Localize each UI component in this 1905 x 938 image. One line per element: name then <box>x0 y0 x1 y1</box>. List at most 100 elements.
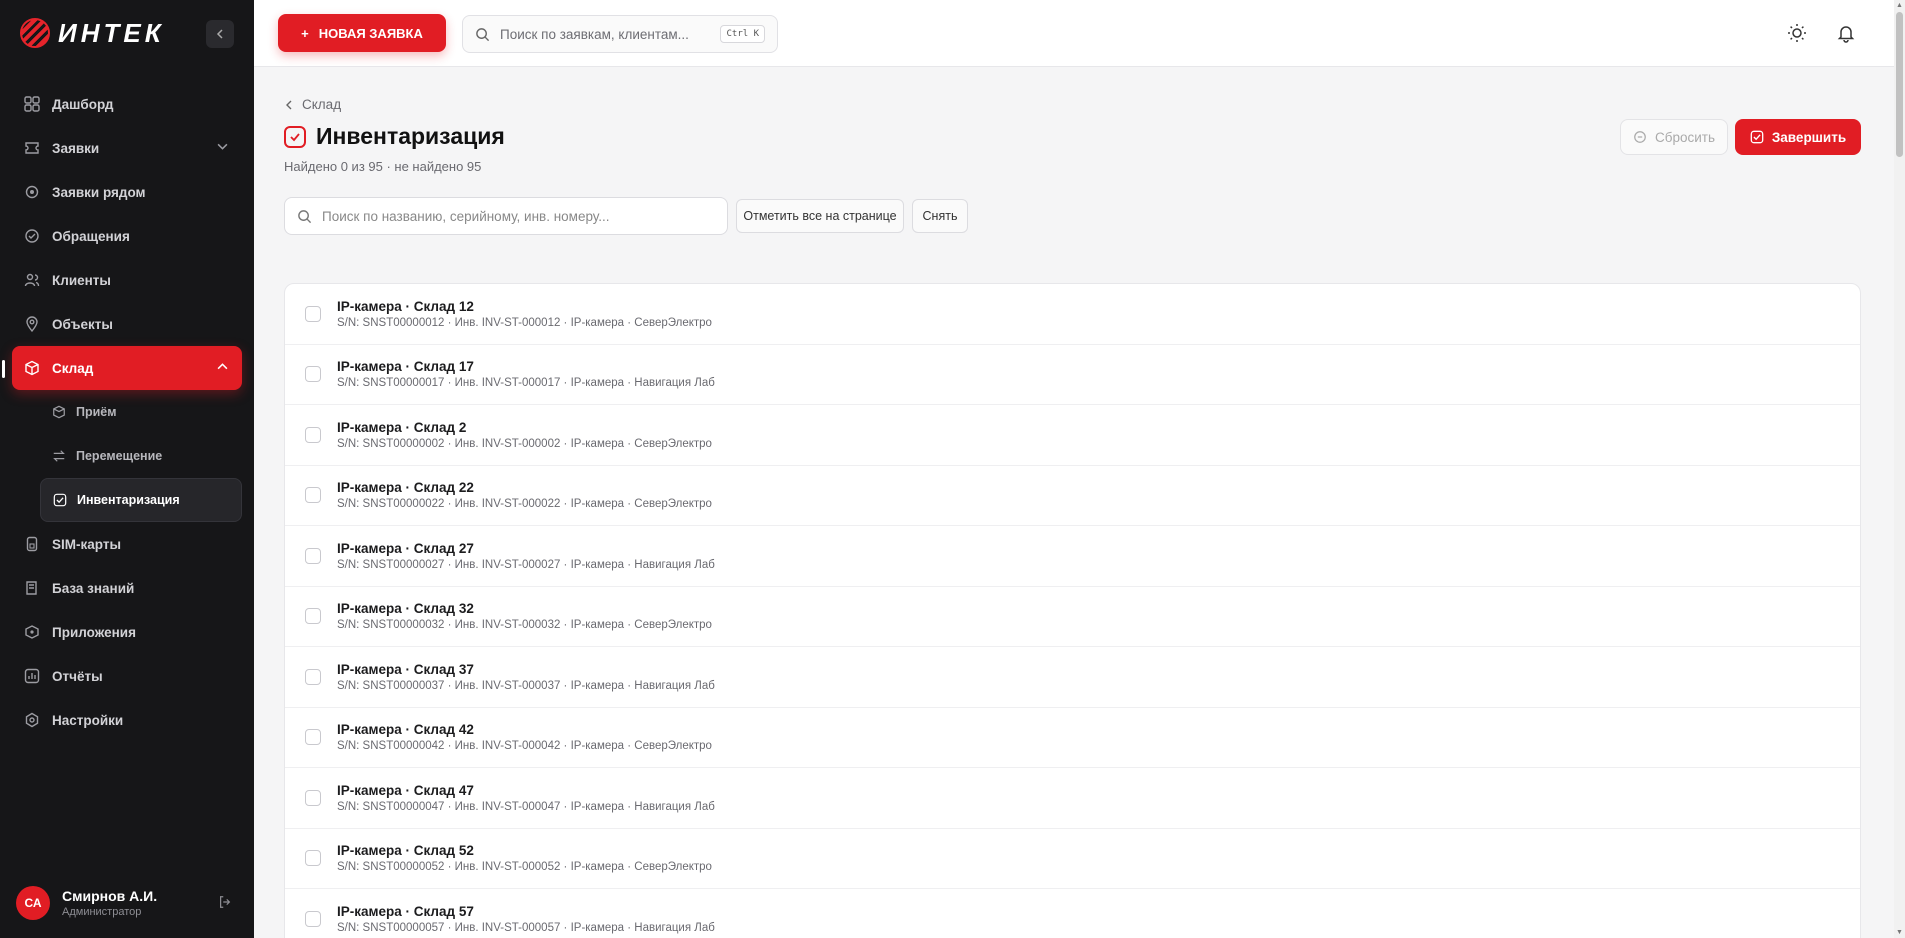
user-profile[interactable]: СА Смирнов А.И. Администратор <box>0 868 254 938</box>
global-search[interactable]: Ctrl K <box>462 15 778 53</box>
main-content: Склад Инвентаризация Найдено 0 из 95 · н… <box>254 67 1894 938</box>
sidebar-item-requests[interactable]: Обращения <box>12 214 242 258</box>
item-details: S/N: SNST00000052 · Инв. INV-ST-000052 ·… <box>337 861 712 874</box>
sidebar-subitem-inventory[interactable]: Инвентаризация <box>40 478 242 522</box>
row-text: IP-камера · Склад 2 S/N: SNST00000002 · И… <box>337 420 712 450</box>
book-icon <box>24 580 40 596</box>
scroll-up-arrow-icon[interactable]: ▲ <box>1895 1 1904 10</box>
row-checkbox[interactable] <box>305 789 321 806</box>
sidebar-subitem-receiving[interactable]: Приём <box>40 390 242 434</box>
page-scrollbar[interactable]: ▲ ▼ <box>1894 0 1905 938</box>
scroll-down-arrow-icon[interactable]: ▼ <box>1895 928 1904 937</box>
sidebar-item-apps[interactable]: Приложения <box>12 610 242 654</box>
dashboard-icon <box>24 96 40 112</box>
row-checkbox[interactable] <box>305 850 321 867</box>
breadcrumb[interactable]: Склад <box>284 97 341 112</box>
notifications-bell-icon[interactable] <box>1835 22 1857 44</box>
item-details: S/N: SNST00000047 · Инв. INV-ST-000047 ·… <box>337 800 715 813</box>
inventory-summary: Найдено 0 из 95 · не найдено 95 <box>284 159 482 174</box>
user-role: Администратор <box>62 906 142 918</box>
sidebar-item-nearby-tickets[interactable]: Заявки рядом <box>12 170 242 214</box>
logout-icon[interactable] <box>218 895 232 912</box>
sidebar-item-label: Клиенты <box>52 272 111 288</box>
sidebar-item-warehouse[interactable]: Склад <box>2 346 242 390</box>
sidebar-collapse-button[interactable] <box>206 20 234 48</box>
new-ticket-button[interactable]: + НОВАЯ ЗАЯВКА <box>278 14 446 52</box>
row-checkbox[interactable] <box>305 426 321 443</box>
sidebar-item-clients[interactable]: Клиенты <box>12 258 242 302</box>
inventory-list: IP-камера · Склад 12 S/N: SNST00000012 · … <box>284 283 1861 938</box>
chevron-up-icon <box>217 361 228 375</box>
shortcut-hint: Ctrl K <box>720 25 765 43</box>
global-search-input[interactable] <box>500 26 711 42</box>
topbar: + НОВАЯ ЗАЯВКА Ctrl K <box>254 0 1894 67</box>
brand-logo[interactable]: ИНТЕК <box>20 18 165 49</box>
item-details: S/N: SNST00000032 · Инв. INV-ST-000032 ·… <box>337 619 712 632</box>
sidebar-item-sim-cards[interactable]: SIM-карты <box>12 522 242 566</box>
item-details: S/N: SNST00000022 · Инв. INV-ST-000022 ·… <box>337 498 712 511</box>
item-search-input[interactable] <box>322 208 715 224</box>
finish-label: Завершить <box>1771 129 1847 145</box>
inventory-row[interactable]: IP-камера · Склад 12 S/N: SNST00000012 · … <box>285 284 1860 345</box>
sidebar-item-settings[interactable]: Настройки <box>12 698 242 742</box>
row-checkbox[interactable] <box>305 729 321 746</box>
users-icon <box>24 272 40 288</box>
chevron-left-icon <box>286 100 292 109</box>
item-name: IP-камера · Склад 47 <box>337 782 474 798</box>
sidebar-item-label: Объекты <box>52 316 113 332</box>
apps-icon <box>24 624 40 640</box>
receive-icon <box>52 405 66 419</box>
inventory-row[interactable]: IP-камера · Склад 2 S/N: SNST00000002 · И… <box>285 405 1860 466</box>
item-search[interactable] <box>284 197 728 235</box>
check-square-icon <box>1750 130 1764 144</box>
reset-button[interactable]: Сбросить <box>1620 119 1728 155</box>
row-text: IP-камера · Склад 52 S/N: SNST00000052 · … <box>337 843 712 873</box>
sim-icon <box>24 536 40 552</box>
sidebar-item-tickets[interactable]: Заявки <box>12 126 242 170</box>
inventory-row[interactable]: IP-камера · Склад 37 S/N: SNST00000037 · … <box>285 647 1860 708</box>
clear-selection-button[interactable]: Снять <box>912 199 968 233</box>
transfer-icon <box>52 449 66 463</box>
inventory-row[interactable]: IP-камера · Склад 27 S/N: SNST00000027 · … <box>285 526 1860 587</box>
row-checkbox[interactable] <box>305 487 321 504</box>
inventory-row[interactable]: IP-камера · Склад 57 S/N: SNST00000057 · … <box>285 889 1860 938</box>
breadcrumb-link[interactable]: Склад <box>302 97 341 112</box>
inventory-row[interactable]: IP-камера · Склад 17 S/N: SNST00000017 · … <box>285 345 1860 405</box>
row-checkbox[interactable] <box>305 608 321 625</box>
mark-all-on-page-button[interactable]: Отметить все на странице <box>736 199 904 233</box>
row-checkbox[interactable] <box>305 366 321 383</box>
sidebar-item-knowledge-base[interactable]: База знаний <box>12 566 242 610</box>
item-name: IP-камера · Склад 57 <box>337 903 474 919</box>
sidebar-subitem-transfer[interactable]: Перемещение <box>40 434 242 478</box>
inventory-row[interactable]: IP-камера · Склад 32 S/N: SNST00000032 · … <box>285 587 1860 647</box>
reports-icon <box>24 668 40 684</box>
row-text: IP-камера · Склад 27 S/N: SNST00000027 · … <box>337 541 715 571</box>
chevron-left-icon <box>216 29 223 39</box>
theme-toggle-sun-icon[interactable] <box>1786 22 1808 44</box>
row-checkbox[interactable] <box>305 668 321 685</box>
item-name: IP-камера · Склад 52 <box>337 843 474 859</box>
brand-name: ИНТЕК <box>58 17 165 48</box>
sidebar-item-label: Склад <box>52 360 94 376</box>
inventory-row[interactable]: IP-камера · Склад 42 S/N: SNST00000042 · … <box>285 708 1860 768</box>
row-checkbox[interactable] <box>305 305 321 322</box>
sidebar-item-reports[interactable]: Отчёты <box>12 654 242 698</box>
search-icon <box>298 209 312 223</box>
scrollbar-thumb[interactable] <box>1896 12 1903 157</box>
inventory-row[interactable]: IP-камера · Склад 47 S/N: SNST00000047 · … <box>285 768 1860 829</box>
row-checkbox[interactable] <box>305 910 321 927</box>
user-info: Смирнов А.И. Администратор <box>62 888 157 918</box>
sidebar-item-label: Отчёты <box>52 668 103 684</box>
settings-icon <box>24 712 40 728</box>
item-name: IP-камера · Склад 27 <box>337 540 474 556</box>
inventory-row[interactable]: IP-камера · Склад 22 S/N: SNST00000022 · … <box>285 466 1860 526</box>
item-name: IP-камера · Склад 42 <box>337 722 474 738</box>
sidebar-item-objects[interactable]: Объекты <box>12 302 242 346</box>
inventory-row[interactable]: IP-камера · Склад 52 S/N: SNST00000052 · … <box>285 829 1860 889</box>
inbox-icon <box>24 228 40 244</box>
finish-button[interactable]: Завершить <box>1735 119 1861 155</box>
sidebar-nav: Дашборд Заявки Заявки рядом Обращения Кл… <box>0 66 254 742</box>
row-checkbox[interactable] <box>305 547 321 564</box>
row-text: IP-камера · Склад 47 S/N: SNST00000047 · … <box>337 783 715 813</box>
sidebar-item-dashboard[interactable]: Дашборд <box>12 82 242 126</box>
